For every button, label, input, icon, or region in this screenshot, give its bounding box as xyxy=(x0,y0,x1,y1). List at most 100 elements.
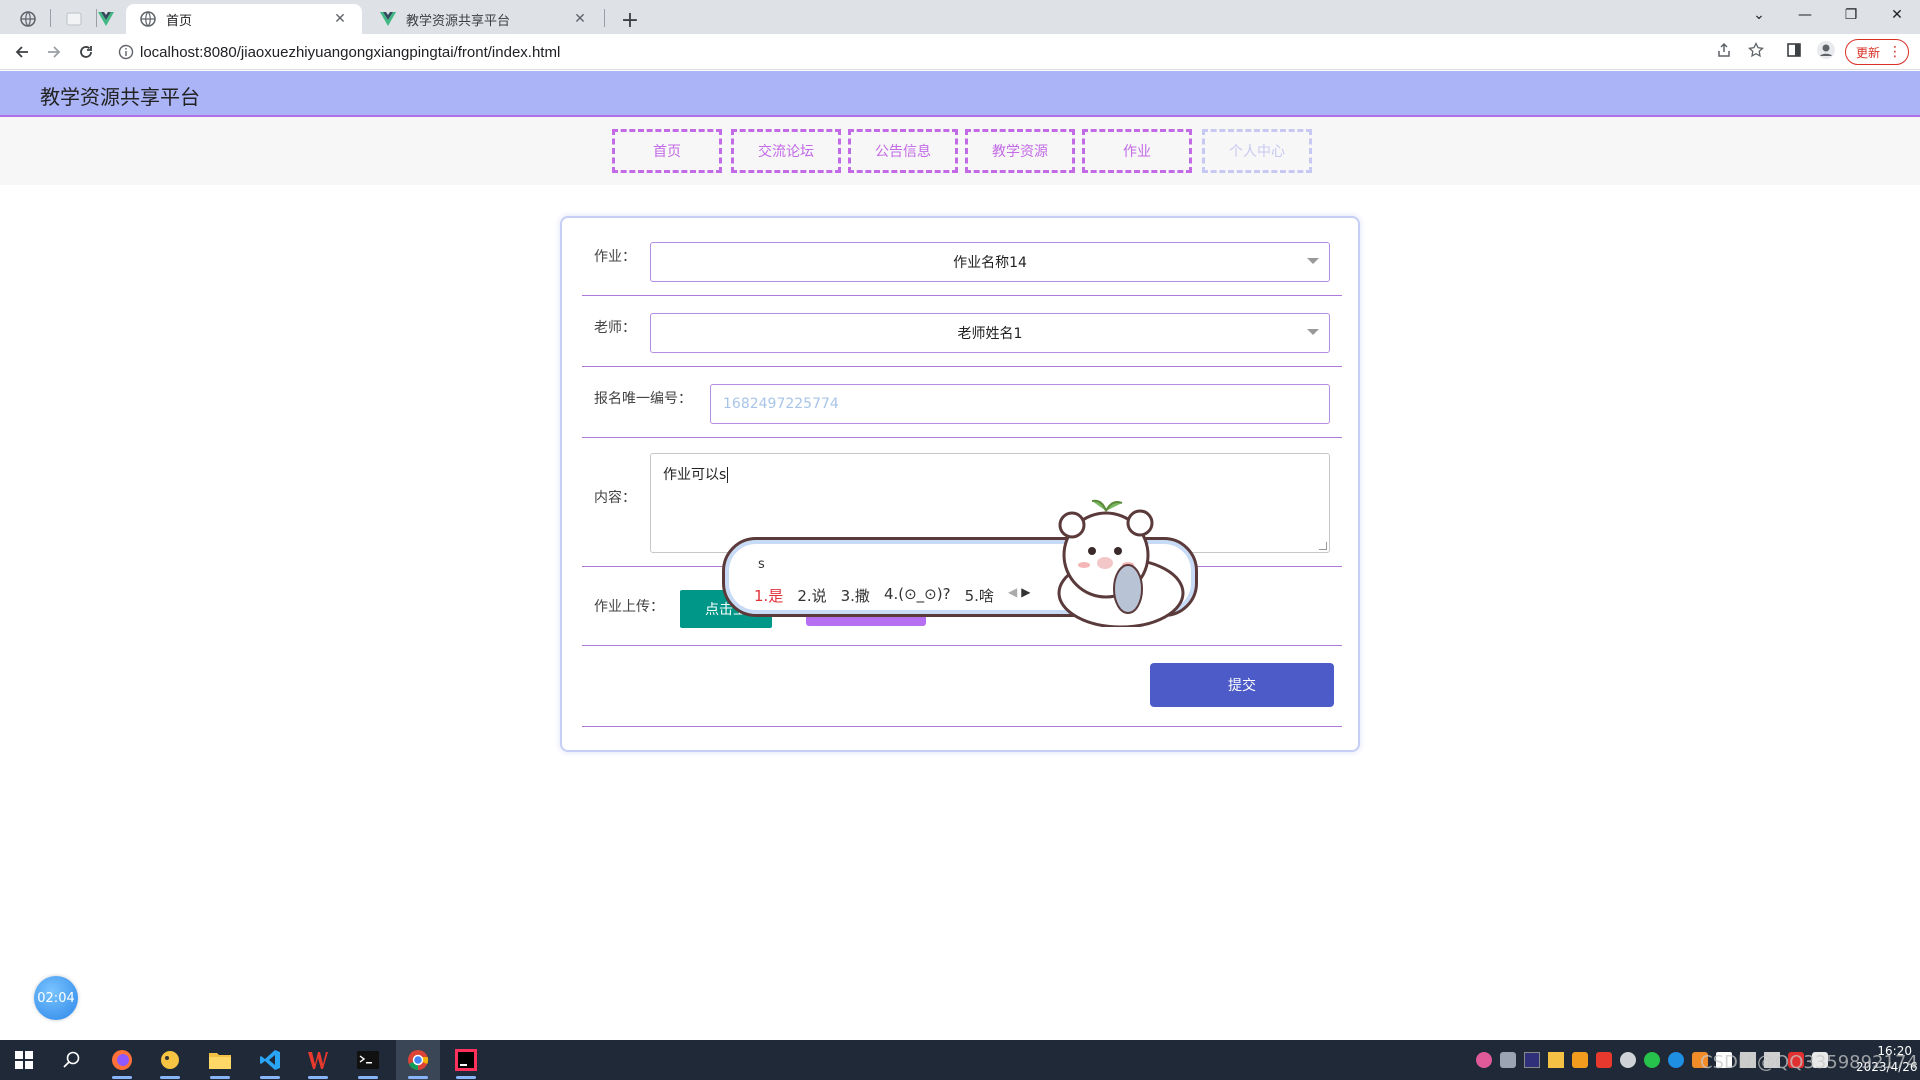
ime-candidate[interactable]: 2.说 xyxy=(797,585,826,606)
back-button[interactable] xyxy=(8,38,36,66)
windows-logo-icon xyxy=(15,1051,33,1069)
folder-icon xyxy=(209,1053,231,1069)
site-header: 教学资源共享平台 xyxy=(0,71,1920,117)
tab-close-icon[interactable]: ✕ xyxy=(572,11,588,27)
start-button[interactable] xyxy=(2,1040,46,1080)
close-window-button[interactable]: ✕ xyxy=(1874,0,1920,30)
wps-icon xyxy=(308,1052,328,1069)
ime-prev-page-icon[interactable]: ◀ xyxy=(1008,585,1017,599)
forward-button[interactable] xyxy=(40,38,68,66)
minimize-button[interactable]: — xyxy=(1782,0,1828,30)
ime-candidate[interactable]: 4.(⊙_⊙)? xyxy=(884,585,951,606)
content-textarea-value: 作业可以s xyxy=(663,467,727,483)
submit-button[interactable]: 提交 xyxy=(1150,663,1334,707)
new-tab-button[interactable]: + xyxy=(616,6,644,34)
resize-grip-icon[interactable] xyxy=(1319,542,1327,550)
signup-id-input[interactable]: 1682497225774 xyxy=(710,384,1330,424)
bookmark-star-icon[interactable] xyxy=(1744,38,1768,62)
restore-button[interactable]: ❐ xyxy=(1828,0,1874,30)
nav-homework[interactable]: 作业 xyxy=(1082,129,1192,173)
chrome-icon xyxy=(408,1050,429,1070)
firefox-app[interactable] xyxy=(100,1040,144,1080)
update-button[interactable]: 更新 ⋮ xyxy=(1845,39,1909,65)
signup-id-label: 报名唯一编号： xyxy=(594,391,692,407)
browser-toolbar: localhost:8080/jiaoxuezhiyuangongxiangpi… xyxy=(0,34,1920,70)
nav-home[interactable]: 首页 xyxy=(612,129,722,173)
homework-select-value: 作业名称14 xyxy=(953,255,1027,271)
bear-mascot-icon xyxy=(1057,499,1185,627)
file-explorer-app[interactable] xyxy=(198,1040,242,1080)
tray-app-icon[interactable] xyxy=(1476,1052,1492,1068)
info-icon[interactable] xyxy=(118,44,134,60)
ime-candidate-window: s 1.是 2.说 3.撒 4.(⊙_⊙)? 5.啥 ◀ ▶ xyxy=(718,499,1208,627)
homework-select[interactable]: 作业名称14 xyxy=(650,242,1330,282)
duck-app-icon xyxy=(161,1051,179,1069)
browser-tab-strip: 首页 ✕ 教学资源共享平台 ✕ + ⌄ — ❐ ✕ xyxy=(0,0,1920,34)
globe-icon xyxy=(140,11,156,27)
ime-candidate[interactable]: 5.啥 xyxy=(965,585,994,606)
arrow-left-icon xyxy=(15,46,28,58)
vscode-app[interactable] xyxy=(248,1040,292,1080)
reload-button[interactable] xyxy=(72,38,100,66)
tab-title: 首页 xyxy=(166,13,193,29)
terminal-app[interactable] xyxy=(346,1040,390,1080)
share-icon[interactable] xyxy=(1712,38,1736,62)
teacher-label: 老师： xyxy=(594,320,636,336)
upload-label: 作业上传： xyxy=(594,599,664,615)
arrow-right-icon xyxy=(48,46,61,58)
ime-page-arrows: ◀ ▶ xyxy=(1008,585,1030,599)
tab-home[interactable]: 首页 ✕ xyxy=(126,4,362,34)
tray-app-icon[interactable] xyxy=(1620,1052,1636,1068)
ime-next-page-icon[interactable]: ▶ xyxy=(1021,585,1030,599)
more-menu-icon: ⋮ xyxy=(1888,44,1903,60)
vue-logo-icon xyxy=(380,12,396,26)
address-bar[interactable]: localhost:8080/jiaoxuezhiyuangongxiangpi… xyxy=(108,37,1798,67)
ime-candidate-list: 1.是 2.说 3.撒 4.(⊙_⊙)? 5.啥 xyxy=(754,585,994,606)
watermark: CSDN @QQ3359892174 xyxy=(1700,1052,1918,1073)
side-panel-icon[interactable] xyxy=(1782,38,1806,62)
nav-announcements[interactable]: 公告信息 xyxy=(848,129,958,173)
tab-search-icon[interactable]: ⌄ xyxy=(1736,0,1782,30)
search-button[interactable] xyxy=(50,1040,94,1080)
homework-row: 作业： 作业名称14 xyxy=(582,230,1342,296)
nav-forum[interactable]: 交流论坛 xyxy=(731,129,841,173)
windows-taskbar: 16:20 2023/4/26 xyxy=(0,1040,1920,1080)
update-label: 更新 xyxy=(1856,45,1881,60)
vue-logo-icon xyxy=(98,12,114,26)
globe-icon xyxy=(20,11,36,27)
pinned-tab-3[interactable] xyxy=(84,4,128,34)
nav-teaching-resources[interactable]: 教学资源 xyxy=(965,129,1075,173)
intellij-app[interactable] xyxy=(444,1040,488,1080)
chrome-app[interactable] xyxy=(396,1040,440,1080)
profile-avatar-icon[interactable] xyxy=(1814,38,1838,62)
teacher-select-value: 老师姓名1 xyxy=(957,326,1023,342)
homework-label: 作业： xyxy=(594,249,636,265)
wps-app[interactable] xyxy=(296,1040,340,1080)
pinned-tab-1[interactable] xyxy=(6,4,50,34)
qq-app[interactable] xyxy=(148,1040,192,1080)
signup-id-row: 报名唯一编号： 1682497225774 xyxy=(582,372,1342,438)
teacher-select[interactable]: 老师姓名1 xyxy=(650,313,1330,353)
tray-app-icon[interactable] xyxy=(1548,1052,1564,1068)
floating-timer[interactable]: 02:04 xyxy=(34,976,78,1020)
firefox-icon xyxy=(112,1050,132,1070)
reload-icon xyxy=(80,46,92,58)
tab-title: 教学资源共享平台 xyxy=(406,13,511,29)
submit-row: 提交 xyxy=(582,651,1342,727)
teacher-row: 老师： 老师姓名1 xyxy=(582,301,1342,367)
main-nav: 首页 交流论坛 公告信息 教学资源 作业 个人中心 xyxy=(0,117,1920,185)
tray-app-icon[interactable] xyxy=(1596,1052,1612,1068)
ime-candidate[interactable]: 3.撒 xyxy=(841,585,870,606)
tab-close-icon[interactable]: ✕ xyxy=(332,11,348,27)
content-label: 内容： xyxy=(594,490,636,506)
ime-candidate[interactable]: 1.是 xyxy=(754,585,783,606)
nav-personal-center[interactable]: 个人中心 xyxy=(1202,129,1312,173)
wechat-icon[interactable] xyxy=(1644,1052,1660,1068)
tray-app-icon[interactable] xyxy=(1668,1052,1684,1068)
intellij-icon xyxy=(455,1049,477,1071)
tray-app-icon[interactable] xyxy=(1572,1052,1588,1068)
tab-platform[interactable]: 教学资源共享平台 ✕ xyxy=(366,4,602,34)
chevron-down-icon xyxy=(1307,329,1319,335)
tray-app-icon[interactable] xyxy=(1524,1052,1540,1068)
tray-app-icon[interactable] xyxy=(1500,1052,1516,1068)
